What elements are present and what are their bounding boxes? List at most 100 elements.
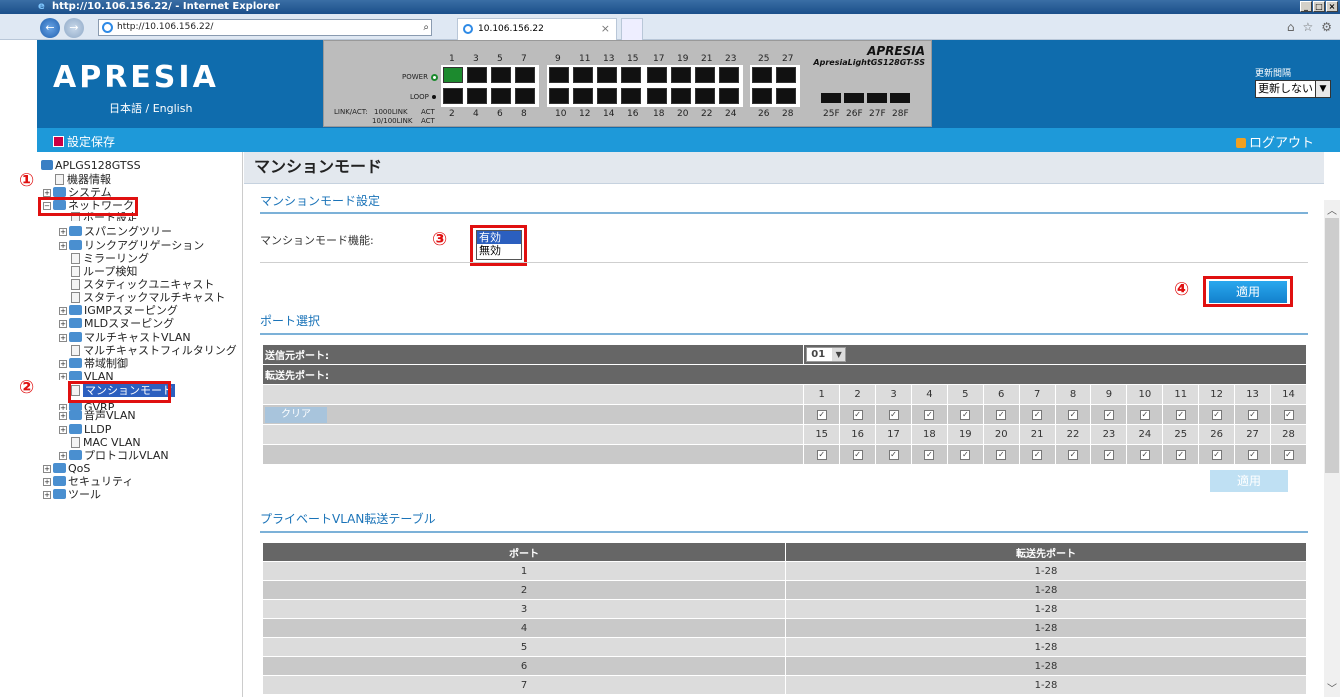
tree-item-mld[interactable]: + MLDスヌーピング (59, 318, 174, 331)
tree-item-stp[interactable]: + スパニングツリー (59, 226, 172, 239)
port-checkbox[interactable]: ✓ (996, 410, 1007, 420)
port-checkbox[interactable]: ✓ (888, 410, 899, 420)
tree-item-label: スタティックユニキャスト (83, 278, 215, 291)
port-checkbox[interactable]: ✓ (1211, 410, 1222, 420)
option-enabled[interactable]: 有効 (477, 231, 521, 244)
scroll-down-icon[interactable]: ﹀ (1324, 680, 1340, 695)
table-row: 7 1-28 (262, 675, 1307, 695)
tree-item-voice-vlan[interactable]: + 音声VLAN (59, 410, 136, 423)
lang-ja-link[interactable]: 日本語 (109, 102, 142, 115)
window-title: http://10.106.156.22/ - Internet Explore… (52, 1, 280, 12)
port-checkbox[interactable]: ✓ (960, 410, 971, 420)
port-checkbox[interactable]: ✓ (1175, 450, 1186, 460)
favorites-icon[interactable]: ☆ (1302, 20, 1313, 34)
sfp-port-icon (867, 93, 887, 103)
port-number: 5 (946, 384, 984, 405)
option-disabled[interactable]: 無効 (477, 244, 521, 257)
port-checkbox[interactable]: ✓ (1068, 410, 1079, 420)
port-checkbox[interactable]: ✓ (1139, 410, 1150, 420)
port-checkbox[interactable]: ✓ (1175, 410, 1186, 420)
port-checkbox[interactable]: ✓ (1283, 450, 1294, 460)
logout-button[interactable]: ログアウト (1235, 132, 1314, 151)
port-cell: 4 (262, 618, 786, 638)
port-number: 12 (1198, 384, 1236, 405)
tree-root[interactable]: APLGS128GTSS (41, 160, 141, 173)
port-checkbox[interactable]: ✓ (816, 450, 827, 460)
port-checkbox-cell: ✓ (803, 444, 841, 465)
port-checkbox[interactable]: ✓ (960, 450, 971, 460)
port-checkbox[interactable]: ✓ (996, 450, 1007, 460)
expand-plus-icon: + (59, 320, 67, 328)
home-icon[interactable]: ⌂ (1287, 20, 1295, 34)
refresh-interval-select[interactable]: 更新しない ▼ (1255, 80, 1331, 98)
apresia-logo: APRESIA (53, 60, 219, 95)
port-number-bottom: 2 (449, 109, 455, 119)
src-port-select[interactable]: 01 ▼ (806, 347, 847, 362)
port-cell: 1 (262, 561, 786, 581)
port-checkbox[interactable]: ✓ (924, 450, 935, 460)
minimize-button[interactable]: _ (1300, 1, 1312, 12)
port-checkbox[interactable]: ✓ (924, 410, 935, 420)
browser-tab[interactable]: 10.106.156.22 × (457, 18, 617, 40)
port-checkbox[interactable]: ✓ (852, 410, 863, 420)
scroll-up-icon[interactable]: ︿ (1324, 202, 1340, 217)
back-button[interactable]: ← (40, 18, 60, 38)
tree-item-system[interactable]: + システム (43, 187, 112, 197)
ethernet-port-icon (671, 67, 691, 83)
address-bar[interactable]: http://10.106.156.22/ ⌕ (98, 19, 432, 36)
forward-button[interactable]: → (64, 18, 84, 38)
lang-en-link[interactable]: English (153, 102, 193, 115)
folder-icon (53, 476, 66, 486)
port-checkbox-cell: ✓ (1198, 444, 1236, 465)
close-window-button[interactable]: × (1326, 1, 1338, 12)
tree-item-vlan[interactable]: + VLAN (59, 371, 114, 380)
port-checkbox[interactable]: ✓ (1139, 450, 1150, 460)
port-checkbox[interactable]: ✓ (1247, 410, 1258, 420)
mansion-mode-dropdown[interactable]: 有効 無効 (476, 230, 522, 260)
port-number-top: 11 (579, 54, 591, 64)
port-checkbox[interactable]: ✓ (1032, 410, 1043, 420)
ethernet-port-icon (719, 67, 739, 83)
settings-gear-icon[interactable]: ⚙ (1321, 20, 1332, 34)
port-checkbox[interactable]: ✓ (1032, 450, 1043, 460)
clear-button[interactable]: クリア (265, 406, 327, 423)
port-number: 13 (1234, 384, 1272, 405)
folder-icon (53, 489, 66, 499)
search-icon[interactable]: ⌕ (423, 20, 429, 35)
power-label: POWER (402, 73, 428, 81)
scrollbar-thumb[interactable] (1325, 218, 1339, 473)
port-number-top: 9 (555, 54, 561, 64)
private-vlan-table: ポート 転送先ポート 1 1-28 2 1-28 3 1-28 4 1-28 5 1-28 6 1-28… (262, 542, 1307, 695)
app-header: APRESIA 日本語 / English POWER LOOP LINK/AC… (37, 40, 1340, 128)
tree-item-label: MLDスヌーピング (84, 317, 175, 330)
maximize-button[interactable]: □ (1313, 1, 1325, 12)
port-number: 11 (1162, 384, 1200, 405)
tree-item-device[interactable]: 機器情報 (55, 174, 111, 187)
sfp-port-icon (844, 93, 864, 103)
ethernet-port-icon (719, 88, 739, 104)
port-checkbox[interactable]: ✓ (852, 450, 863, 460)
port-checkbox[interactable]: ✓ (1068, 450, 1079, 460)
folder-icon (69, 240, 82, 250)
tree-item-label: セキュリティ (68, 475, 134, 488)
port-checkbox[interactable]: ✓ (1247, 450, 1258, 460)
port-checkbox[interactable]: ✓ (1103, 410, 1114, 420)
language-switch: 日本語 / English (109, 100, 192, 116)
port-checkbox[interactable]: ✓ (1103, 450, 1114, 460)
port-number: 4 (910, 384, 948, 405)
port-apply-button[interactable]: 適用 (1210, 470, 1288, 492)
save-config-button[interactable]: 設定保存 (53, 133, 115, 150)
port-checkbox[interactable]: ✓ (1211, 450, 1222, 460)
tab-close-icon[interactable]: × (601, 19, 610, 39)
document-icon (71, 292, 80, 303)
apply-button[interactable]: 適用 (1209, 281, 1287, 303)
vertical-scrollbar[interactable]: ︿ ﹀ (1324, 200, 1340, 697)
port-checkbox[interactable]: ✓ (1283, 410, 1294, 420)
port-checkbox[interactable]: ✓ (816, 410, 827, 420)
port-number: 7 (1018, 384, 1056, 405)
tree-item-bandwidth[interactable]: + 帯域制御 (59, 358, 128, 371)
new-tab-button[interactable] (621, 18, 643, 40)
mansion-mode-label: マンションモード機能: (260, 234, 374, 247)
port-checkbox[interactable]: ✓ (888, 450, 899, 460)
tree-item-tools[interactable]: + ツール (43, 489, 101, 502)
